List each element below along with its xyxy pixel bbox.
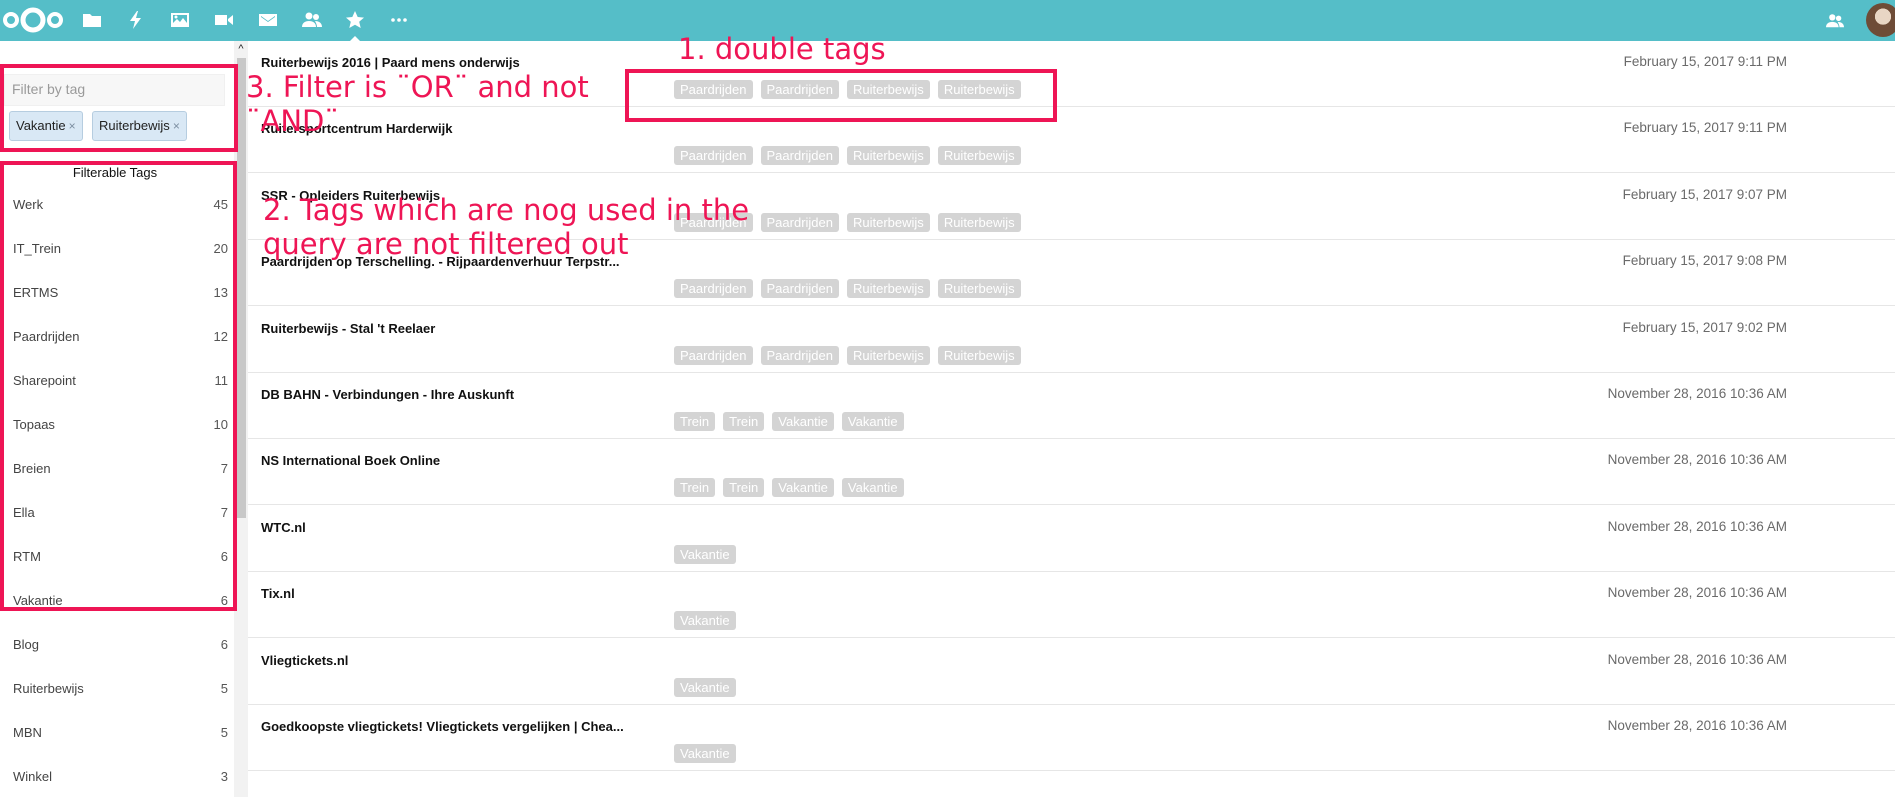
bookmark-date: November 28, 2016 10:36 AM [1607, 585, 1787, 601]
bookmark-title[interactable]: WTC.nl [261, 520, 306, 535]
bookmark-tags: Vakantie [674, 744, 736, 763]
bookmark-row[interactable]: NS International Boek Online November 28,… [248, 439, 1895, 506]
bookmark-tag[interactable]: Vakantie [674, 544, 736, 564]
envelope-icon[interactable] [255, 7, 281, 33]
bookmark-title[interactable]: NS International Boek Online [261, 453, 440, 468]
annotation-double-tags: 1. double tags [678, 32, 886, 66]
bookmark-tag[interactable]: Trein [674, 478, 716, 498]
tag-item[interactable]: MBN 5 [0, 718, 234, 748]
tag-item-label: Winkel [13, 769, 53, 784]
bookmark-row[interactable]: Tix.nl November 28, 2016 10:36 AM Vakantie [248, 572, 1895, 639]
bookmark-tag[interactable]: Ruiterbewijs [937, 146, 1021, 166]
bookmark-date: February 15, 2017 9:02 PM [1622, 319, 1787, 335]
video-icon[interactable] [211, 7, 237, 33]
bookmark-tags: Trein Trein Vakantie Vakantie [674, 478, 904, 498]
bookmark-tag[interactable]: Ruiterbewijs [937, 212, 1021, 232]
bookmark-tags: Vakantie [674, 611, 736, 631]
more-icon[interactable] [386, 7, 412, 33]
bookmark-row[interactable]: Ruiterbewijs - Stal 't Reelaer February 1… [248, 307, 1895, 373]
bookmark-tag[interactable]: Vakantie [841, 478, 904, 498]
bookmark-tag[interactable]: Paardrijden [674, 146, 753, 166]
bookmark-tag[interactable]: Vakantie [841, 412, 904, 431]
bookmark-row[interactable]: Goedkoopste vliegtickets! Vliegtickets v… [248, 705, 1895, 771]
bookmark-date: November 28, 2016 10:36 AM [1607, 651, 1787, 667]
bookmark-tag[interactable]: Paardrijden [760, 345, 839, 365]
bookmark-tag[interactable]: Trein [674, 412, 716, 431]
bookmark-date: November 28, 2016 10:36 AM [1607, 518, 1787, 534]
annotation-or-and-line1: 3. Filter is ¨OR¨ and not [246, 70, 589, 104]
bookmark-tag[interactable]: Vakantie [772, 412, 834, 431]
annotation-box-filter [0, 64, 238, 152]
tag-item-count: 3 [220, 769, 228, 784]
bookmark-tag[interactable]: Ruiterbewijs [847, 146, 930, 166]
tag-item-label: MBN [13, 725, 42, 740]
bookmark-title[interactable]: Goedkoopste vliegtickets! Vliegtickets v… [261, 719, 624, 734]
bookmark-tag[interactable]: Trein [723, 412, 765, 431]
bookmark-tag[interactable]: Vakantie [674, 611, 736, 631]
tag-item-label: Blog [13, 637, 40, 652]
bookmark-tag[interactable]: Vakantie [772, 478, 834, 498]
bookmark-tag[interactable]: Trein [723, 478, 765, 498]
image-icon[interactable] [167, 7, 193, 33]
annotation-not-filtered-line1: 2. Tags which are nog used in the [263, 193, 750, 227]
bookmark-tags: Paardrijden Paardrijden Ruiterbewijs Ruiter… [674, 279, 1021, 299]
bookmark-tag[interactable]: Ruiterbewijs [937, 345, 1021, 365]
bookmark-tag[interactable]: Paardrijden [760, 279, 839, 299]
tag-item-label: Ruiterbewijs [13, 681, 84, 696]
bookmark-date: February 15, 2017 9:11 PM [1623, 54, 1787, 69]
tag-item-count: 5 [220, 725, 228, 740]
annotation-box-filterable-tags [0, 161, 237, 611]
star-icon[interactable] [342, 7, 368, 41]
bookmark-tags: Vakantie [674, 544, 736, 564]
top-header [0, 0, 1895, 41]
bookmark-title[interactable]: Ruiterbewijs - Stal 't Reelaer [261, 321, 435, 336]
bookmark-date: February 15, 2017 9:08 PM [1622, 253, 1787, 269]
bookmark-tag[interactable]: Paardrijden [760, 146, 839, 166]
bookmark-date: November 28, 2016 10:36 AM [1607, 386, 1787, 401]
tag-item[interactable]: Ruiterbewijs 5 [0, 674, 234, 704]
tag-item-count: 6 [220, 637, 228, 652]
bookmark-tag[interactable]: Ruiterbewijs [937, 279, 1021, 299]
annotation-or-and-line2: ¨AND¨ [246, 104, 339, 138]
annotation-not-filtered-line2: query are not filtered out [263, 227, 629, 261]
nextcloud-logo-icon[interactable] [2, 4, 66, 36]
bookmark-list: Ruiterbewijs 2016 | Paard mens onderwijs… [248, 41, 1895, 797]
bookmark-title[interactable]: DB BAHN - Verbindungen - Ihre Auskunft [261, 387, 514, 402]
bookmark-title[interactable]: Vliegtickets.nl [261, 653, 348, 668]
bookmark-tag[interactable]: Ruiterbewijs [847, 212, 930, 232]
bookmark-tag[interactable]: Ruiterbewijs [847, 345, 930, 365]
bookmark-tags: Vakantie [674, 677, 736, 697]
bookmark-row[interactable]: DB BAHN - Verbindungen - Ihre Auskunft No… [248, 373, 1895, 439]
folder-icon[interactable] [79, 7, 105, 33]
bookmark-tag[interactable]: Paardrijden [760, 212, 839, 232]
bookmark-date: November 28, 2016 10:36 AM [1607, 452, 1787, 468]
bookmark-tags: Trein Trein Vakantie Vakantie [674, 412, 904, 431]
tag-item[interactable]: Winkel 3 [0, 762, 234, 792]
bookmark-row[interactable]: Ruitersportcentrum Harderwijk February 15… [248, 107, 1895, 174]
bookmark-date: February 15, 2017 9:07 PM [1622, 186, 1787, 202]
bookmark-row[interactable]: Vliegtickets.nl November 28, 2016 10:36 A… [248, 639, 1895, 705]
scrollbar-thumb[interactable] [237, 58, 246, 518]
bookmark-tags: Paardrijden Paardrijden Ruiterbewijs Ruiter… [674, 146, 1021, 166]
bookmark-tag[interactable]: Vakantie [674, 677, 736, 697]
bookmarks-app: ^ Vakantie× Ruiterbewijs× Filterable Tag… [0, 0, 1895, 797]
bookmark-tag[interactable]: Ruiterbewijs [847, 279, 930, 299]
people-icon[interactable] [299, 7, 325, 33]
bookmark-tag[interactable]: Vakantie [674, 744, 736, 763]
lightning-icon[interactable] [123, 7, 149, 33]
bookmark-date: February 15, 2017 9:11 PM [1623, 120, 1787, 136]
bookmark-date: November 28, 2016 10:36 AM [1607, 718, 1787, 733]
bookmark-tags: Paardrijden Paardrijden Ruiterbewijs Ruiter… [674, 345, 1021, 365]
contacts-icon[interactable] [1822, 8, 1848, 34]
tag-item-count: 5 [220, 681, 228, 696]
bookmark-tag[interactable]: Paardrijden [674, 345, 753, 365]
bookmark-title[interactable]: Ruiterbewijs 2016 | Paard mens onderwijs [261, 55, 520, 70]
user-avatar[interactable] [1866, 3, 1895, 37]
annotation-box-double-tags [625, 69, 1057, 122]
scroll-up-arrow-icon[interactable]: ^ [234, 41, 248, 57]
bookmark-row[interactable]: WTC.nl November 28, 2016 10:36 AM Vakantie [248, 506, 1895, 572]
bookmark-title[interactable]: Tix.nl [261, 586, 295, 601]
tag-item[interactable]: Blog 6 [0, 630, 234, 660]
bookmark-tag[interactable]: Paardrijden [674, 279, 753, 299]
